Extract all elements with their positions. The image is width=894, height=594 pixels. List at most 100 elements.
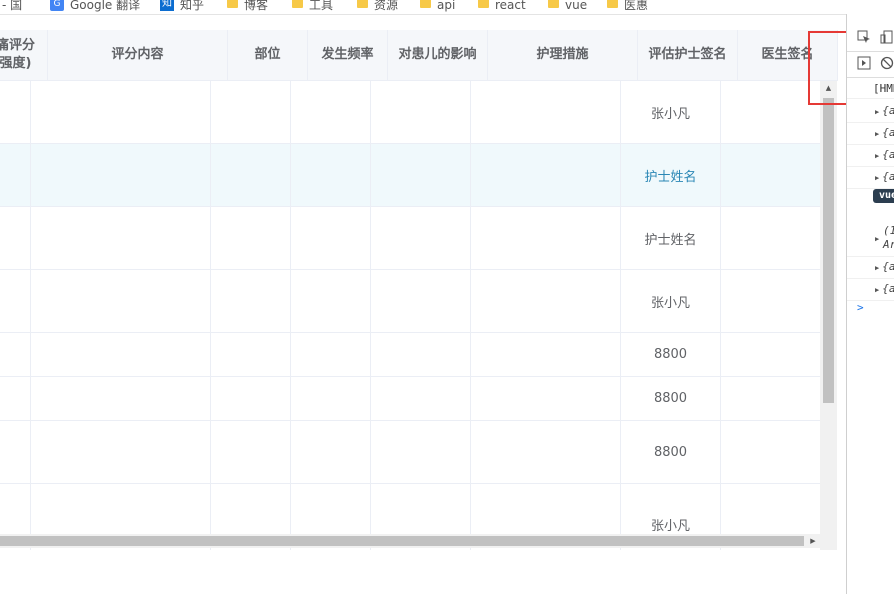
bookmark-zhihu[interactable]: 知知乎 [160, 0, 204, 14]
folder-icon [357, 0, 368, 8]
table-cell [371, 421, 471, 483]
bookmark-folder[interactable]: api [420, 0, 455, 14]
expand-triangle-icon[interactable]: ▶ [875, 235, 879, 243]
column-header-nursing-measures[interactable]: 护理措施 [488, 30, 638, 80]
table-cell [371, 333, 471, 376]
column-header-pain-score[interactable]: 痛评分 强度) [0, 30, 48, 80]
devtools-toolbar-divider [847, 51, 894, 52]
expand-triangle-icon[interactable]: ▶ [875, 123, 879, 145]
table-cell [371, 144, 471, 206]
clear-console-icon[interactable] [880, 56, 894, 70]
device-toolbar-icon[interactable] [880, 30, 894, 44]
table-cell [471, 333, 621, 376]
bookmark-google-translate[interactable]: G Google 翻译 [50, 0, 140, 14]
folder-icon [478, 0, 489, 8]
vertical-scrollbar[interactable]: ▲ ▼ [820, 81, 837, 550]
table-cell [471, 207, 621, 269]
table-cell [31, 207, 211, 269]
table-cell [31, 421, 211, 483]
console-object-entry[interactable]: ▶{a [847, 100, 894, 123]
table-row[interactable]: 张小凡 [0, 81, 820, 144]
bookmark-folder[interactable]: 工具 [292, 0, 333, 14]
table-cell [0, 144, 31, 206]
bookmark-folder[interactable]: 医惠 [607, 0, 648, 14]
google-translate-icon: G [50, 0, 64, 11]
table-cell [0, 421, 31, 483]
bookmark-folder[interactable]: vue [548, 0, 587, 14]
console-object-entry[interactable]: ▶{a [847, 144, 894, 167]
table-header: 痛评分 强度) 评分内容 部位 发生频率 对患儿的影响 护理措施 评估护士签名 … [0, 30, 838, 81]
column-header-nurse-signature[interactable]: 评估护士签名 [638, 30, 738, 80]
table-row[interactable]: 8800 [0, 377, 820, 421]
table-cell [31, 270, 211, 332]
nurse-signature-cell[interactable]: 护士姓名 [621, 144, 721, 206]
bookmark-folder[interactable]: react [478, 0, 526, 14]
column-header-impact[interactable]: 对患儿的影响 [388, 30, 488, 80]
table-cell [371, 377, 471, 420]
folder-icon [227, 0, 238, 8]
table-row[interactable]: 8800 [0, 421, 820, 484]
expand-triangle-icon[interactable]: ▶ [875, 257, 879, 279]
bookmark-folder[interactable]: 博客 [227, 0, 268, 14]
console-object-entry[interactable]: ▶{a [847, 166, 894, 189]
table-cell [211, 270, 291, 332]
table-cell [31, 377, 211, 420]
console-prompt[interactable]: > [847, 300, 894, 316]
column-header-location[interactable]: 部位 [228, 30, 308, 80]
table-cell [31, 144, 211, 206]
column-header-score-content[interactable]: 评分内容 [48, 30, 228, 80]
table-row[interactable]: 8800 [0, 333, 820, 377]
table-cell [291, 270, 371, 332]
table-cell [291, 144, 371, 206]
nurse-signature-cell: 8800 [621, 333, 721, 376]
vertical-scroll-thumb[interactable] [823, 98, 834, 403]
table-cell [0, 377, 31, 420]
bookmark-item[interactable]: - 国 [2, 0, 22, 14]
console-object-entry[interactable]: ▶{a [847, 278, 894, 301]
devtools-toolbar-divider [847, 77, 894, 78]
table-cell [291, 207, 371, 269]
table-cell [211, 207, 291, 269]
doctor-signature-cell [721, 333, 820, 376]
vue-badge: vue [873, 189, 894, 203]
table-cell [211, 333, 291, 376]
nurse-signature-cell: 8800 [621, 421, 721, 483]
expand-triangle-icon[interactable]: ▶ [875, 279, 879, 301]
table-row[interactable]: 护士姓名 [0, 207, 820, 270]
table-cell [471, 270, 621, 332]
column-header-frequency[interactable]: 发生频率 [308, 30, 388, 80]
expand-triangle-icon[interactable]: ▶ [875, 101, 879, 123]
doctor-signature-cell [721, 377, 820, 420]
table-cell [211, 81, 291, 143]
expand-triangle-icon[interactable]: ▶ [875, 145, 879, 167]
table-cell [211, 144, 291, 206]
table-row[interactable]: 张小凡 [0, 270, 820, 333]
horizontal-scrollbar[interactable]: ▶ [0, 534, 820, 548]
table-row[interactable]: 护士姓名 [0, 144, 820, 207]
table-cell [291, 421, 371, 483]
doctor-signature-cell [721, 81, 820, 143]
bookmark-folder[interactable]: 资源 [357, 0, 398, 14]
table-cell [371, 207, 471, 269]
toggle-sidebar-icon[interactable] [857, 56, 871, 70]
table-cell [371, 81, 471, 143]
table-cell [291, 377, 371, 420]
table-cell [291, 333, 371, 376]
folder-icon [607, 0, 618, 8]
console-object-entry[interactable]: ▶{a [847, 122, 894, 145]
inspect-element-icon[interactable] [857, 30, 871, 44]
nurse-signature-cell: 张小凡 [621, 81, 721, 143]
table-cell [211, 377, 291, 420]
bookmarks-bar: - 国 G Google 翻译 知知乎 博客 工具 资源 api react vu… [0, 0, 894, 15]
table-cell [0, 81, 31, 143]
console-object-entry[interactable]: ▶{a [847, 256, 894, 279]
expand-triangle-icon[interactable]: ▶ [875, 167, 879, 189]
folder-icon [420, 0, 431, 8]
folder-icon [548, 0, 559, 8]
table-cell [471, 144, 621, 206]
horizontal-scroll-thumb[interactable] [0, 536, 804, 546]
nurse-signature-cell: 张小凡 [621, 270, 721, 332]
table-cell [371, 270, 471, 332]
scroll-right-arrow-icon[interactable]: ▶ [806, 534, 820, 548]
console-array-entry[interactable]: ▶ (1 Ar [847, 222, 894, 257]
